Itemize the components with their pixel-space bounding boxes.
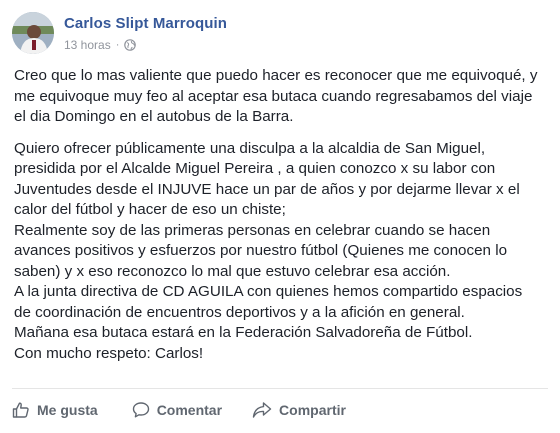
share-label: Compartir: [279, 402, 346, 418]
avatar[interactable]: [12, 12, 54, 54]
post-body: Creo que lo mas valiente que puedo hacer…: [14, 66, 552, 364]
globe-icon[interactable]: [124, 39, 137, 51]
share-icon: [252, 401, 272, 419]
author-name[interactable]: Carlos Slipt Marroquin: [64, 15, 227, 32]
post-actions: Me gusta Comentar Compartir: [12, 396, 376, 424]
share-button[interactable]: Compartir: [252, 401, 346, 419]
comment-label: Comentar: [156, 402, 223, 418]
like-label: Me gusta: [37, 402, 98, 418]
post-header: Carlos Slipt Marroquin 13 horas ·: [12, 12, 548, 56]
post-meta: 13 horas ·: [64, 38, 137, 52]
meta-separator: ·: [115, 39, 120, 51]
like-button[interactable]: Me gusta: [12, 401, 98, 419]
avatar-photo: [12, 12, 54, 54]
facebook-post: Carlos Slipt Marroquin 13 horas · Creo q…: [0, 0, 560, 433]
post-paragraph-1: Creo que lo mas valiente que puedo hacer…: [14, 67, 538, 125]
thumbs-up-icon: [12, 401, 30, 419]
comment-icon: [132, 401, 150, 419]
post-time[interactable]: 13 horas: [64, 38, 111, 52]
comment-button[interactable]: Comentar: [132, 401, 222, 419]
post-paragraph-2: Quiero ofrecer públicamente una disculpa…: [14, 139, 523, 362]
actions-divider: [12, 388, 548, 389]
